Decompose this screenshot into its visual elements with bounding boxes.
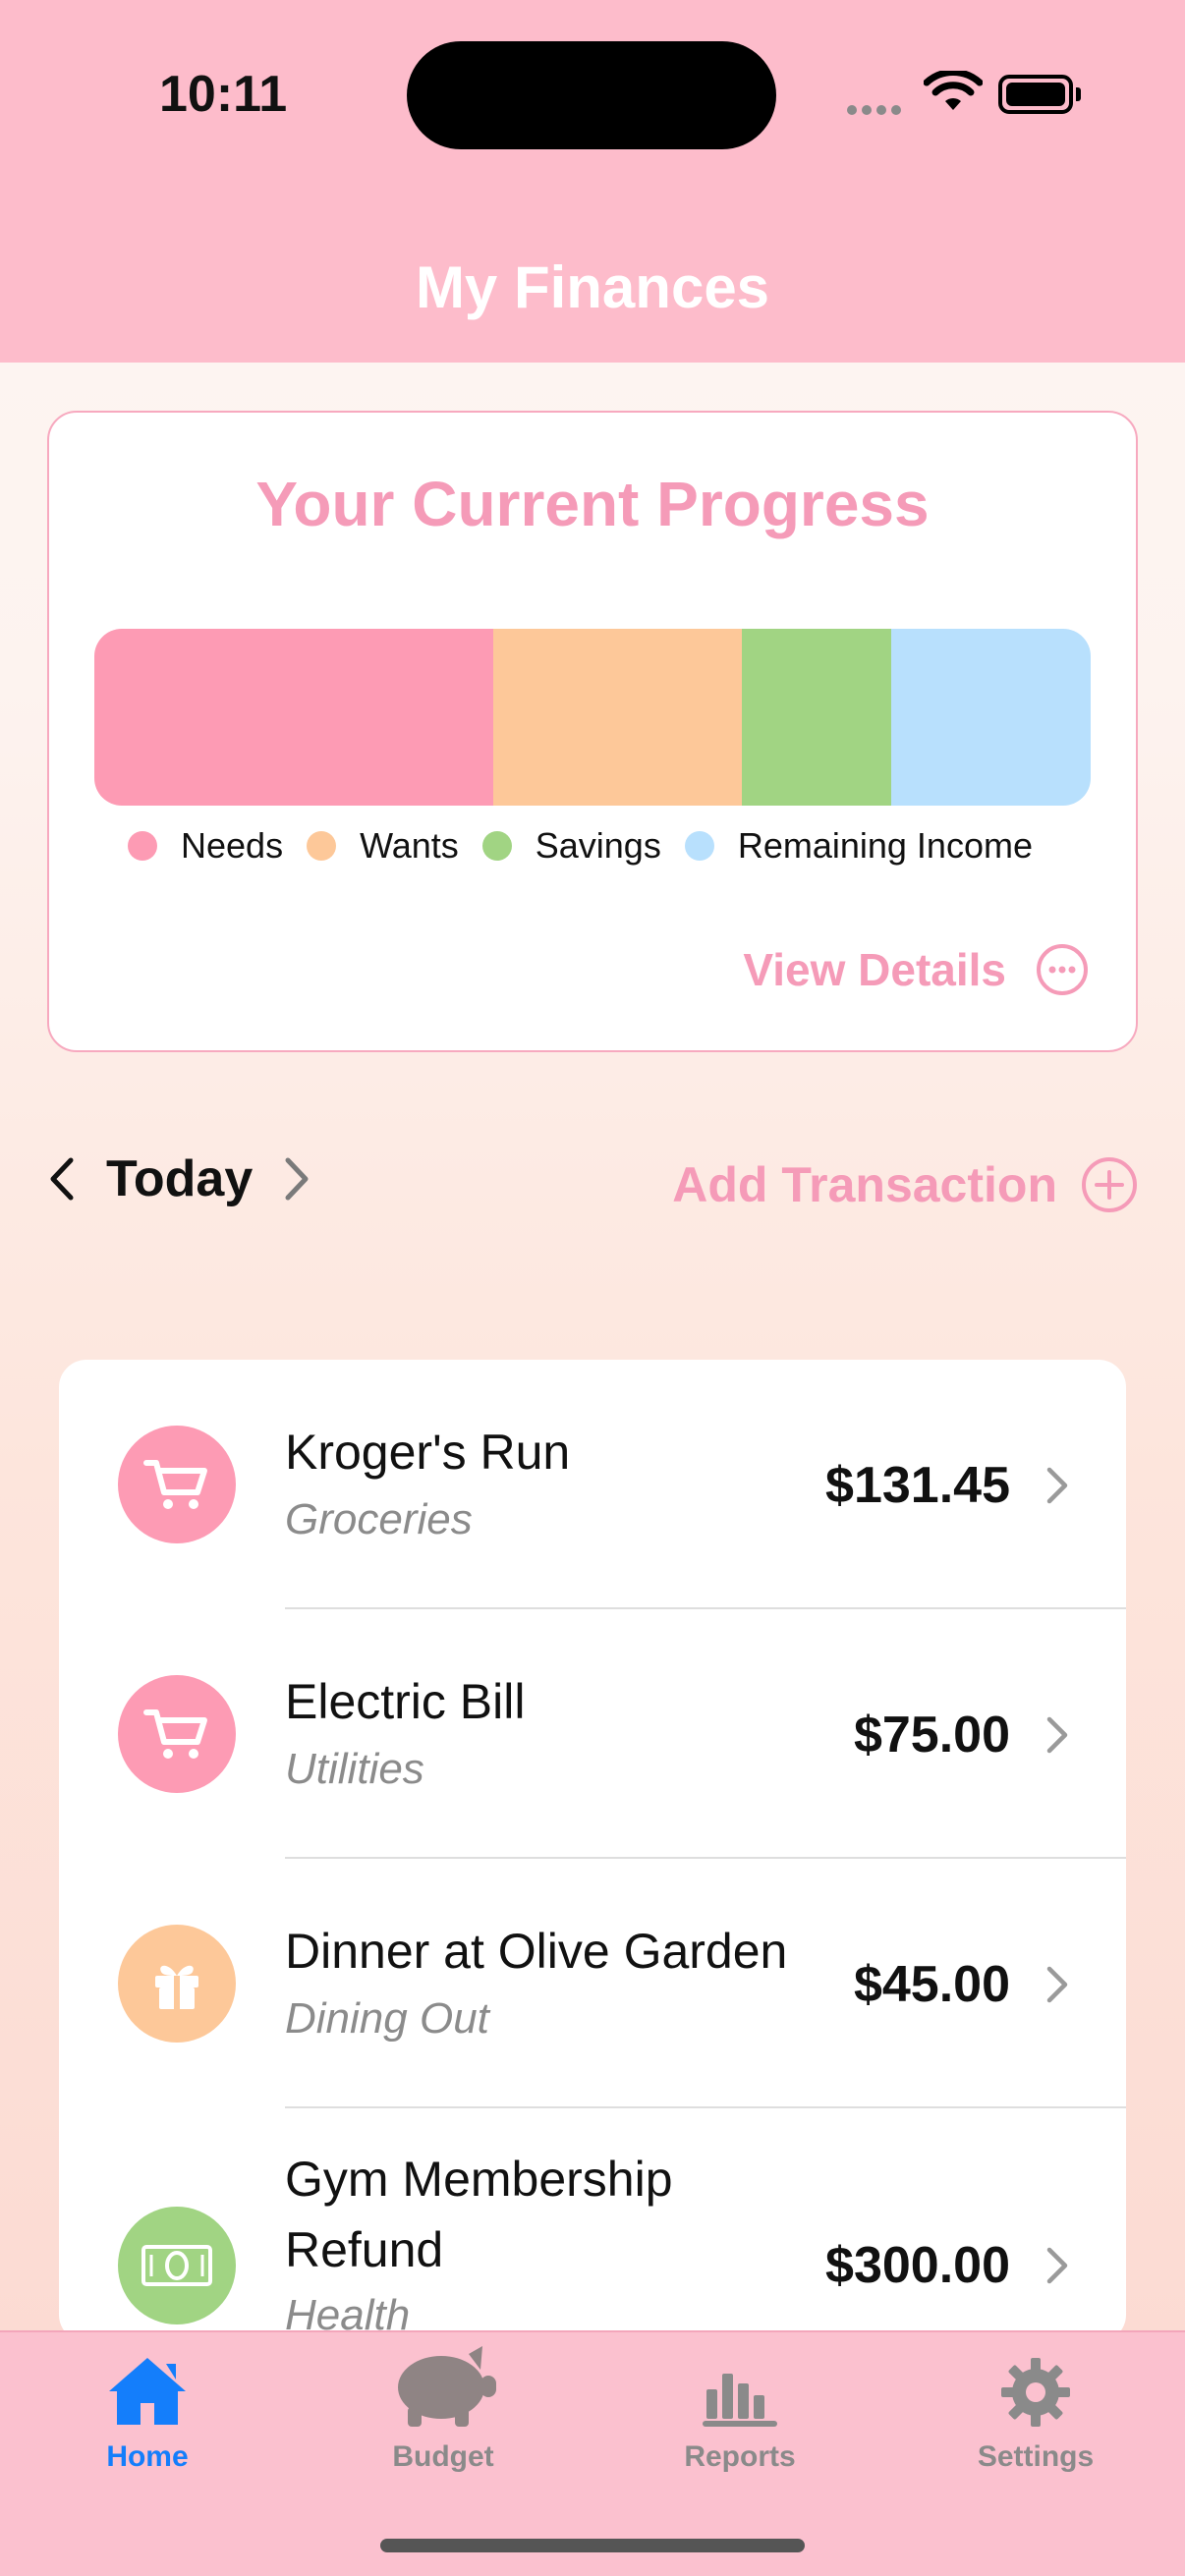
transaction-amount: $45.00 [853,1956,1010,2013]
progress-bar [94,629,1091,806]
chevron-right-icon [1046,1467,1068,1504]
transaction-category: Groceries [285,1495,473,1543]
piggy-bank-icon [345,2346,541,2429]
tab-budget[interactable]: Budget [345,2346,541,2474]
tab-label-settings: Settings [977,2440,1095,2473]
tab-label-reports: Reports [684,2440,796,2473]
progress-segment-remaining [891,629,1091,806]
view-details-label: View Details [743,944,1006,995]
transaction-category: Utilities [285,1745,424,1793]
legend-dot-remaining [684,831,714,861]
tab-label-home: Home [106,2440,189,2473]
transaction-name: Dinner at Olive Garden [285,1924,788,1979]
chevron-right-icon [1046,1966,1068,2003]
chevron-right-icon [1046,1716,1068,1754]
chevron-right-icon [1046,2247,1068,2284]
transaction-list: Kroger's Run Groceries $131.45 Electric … [59,1360,1126,2342]
transaction-amount: $131.45 [825,1457,1010,1514]
legend-dot-wants [307,831,337,861]
progress-segment-savings [742,629,892,806]
date-navigator: Today [47,1149,311,1208]
banknote-icon [118,2207,236,2324]
add-transaction-button[interactable]: Add Transaction [672,1156,1138,1213]
ellipsis-circle-icon [1037,944,1088,995]
legend-item-needs: Needs [128,825,283,867]
wifi-icon [924,71,983,110]
transaction-name-line1: Gym Membership [285,2152,673,2207]
signal-dots-icon [847,102,906,120]
home-indicator [380,2539,805,2552]
transaction-name: Kroger's Run [285,1425,571,1480]
legend-item-wants: Wants [307,825,459,867]
cart-icon [118,1675,236,1793]
legend-item-savings: Savings [481,825,661,867]
gift-icon [118,1925,236,2043]
progress-segment-needs [94,629,493,806]
status-time: 10:11 [159,66,288,123]
legend-dot-savings [481,831,512,861]
bar-chart-icon [642,2350,838,2429]
add-transaction-label: Add Transaction [672,1157,1057,1212]
date-label: Today [106,1150,254,1207]
house-icon [49,2350,246,2429]
legend-label-needs: Needs [181,825,284,866]
progress-segment-wants [492,629,743,806]
transaction-name-line2: Refund [285,2222,444,2277]
page-title: My Finances [415,254,770,320]
transaction-amount: $300.00 [825,2237,1010,2294]
transaction-name: Electric Bill [285,1674,526,1729]
gear-icon [937,2350,1134,2429]
legend-label-remaining: Remaining Income [737,825,1033,866]
plus-circle-icon [1082,1157,1137,1212]
legend-item-remaining: Remaining Income [684,825,1033,867]
legend-dot-needs [128,831,157,861]
tab-settings[interactable]: Settings [937,2350,1134,2474]
transaction-row[interactable]: Dinner at Olive Garden Dining Out $45.00 [59,1859,1126,2108]
dynamic-island [407,41,776,149]
tab-home[interactable]: Home [49,2350,246,2474]
legend-label-wants: Wants [360,825,459,866]
battery-icon [998,75,1081,114]
transaction-row[interactable]: Gym Membership Refund Health $300.00 [59,2108,1126,2342]
progress-card: Your Current Progress Needs Wants Saving… [47,411,1138,1052]
header: 10:11 My Finances [0,0,1185,363]
transaction-category: Dining Out [285,1994,489,2043]
legend-label-savings: Savings [535,825,661,866]
tab-label-budget: Budget [392,2440,494,2473]
cart-icon [118,1426,236,1543]
chevron-left-icon[interactable] [47,1154,77,1204]
transaction-row[interactable]: Kroger's Run Groceries $131.45 [59,1360,1126,1609]
view-details-button[interactable]: View Details [743,943,1089,996]
progress-title: Your Current Progress [255,469,930,539]
transaction-row[interactable]: Electric Bill Utilities $75.00 [59,1609,1126,1859]
progress-legend: Needs Wants Savings Remaining Income [128,825,1056,867]
tab-reports[interactable]: Reports [642,2350,838,2474]
transaction-amount: $75.00 [853,1707,1010,1764]
chevron-right-icon[interactable] [282,1154,311,1204]
